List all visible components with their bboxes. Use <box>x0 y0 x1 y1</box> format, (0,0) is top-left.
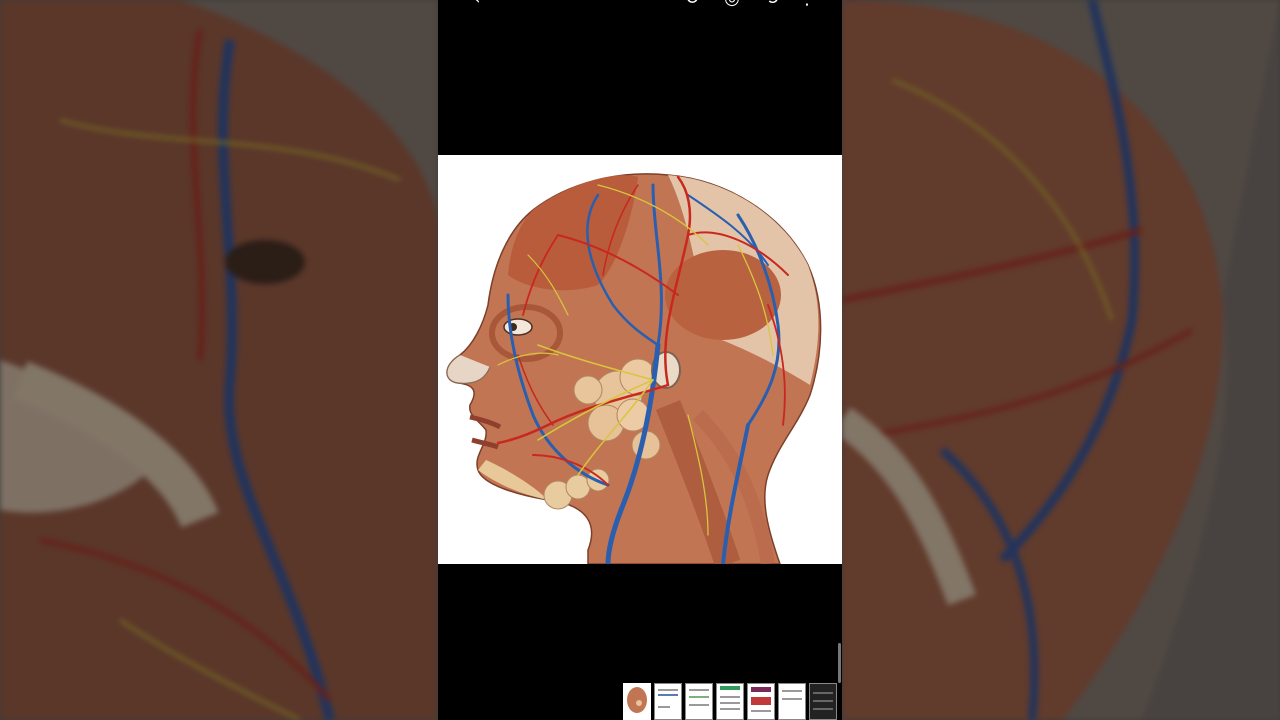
blurred-background-left <box>0 0 438 720</box>
thumbnail-strip <box>623 683 837 720</box>
thumbnail-6[interactable] <box>778 683 806 720</box>
thumbnail-4[interactable] <box>716 683 744 720</box>
scrollbar[interactable] <box>838 643 841 683</box>
anatomy-head-illustration <box>438 155 842 564</box>
thumbnail-5[interactable] <box>747 683 775 720</box>
phone-screen: ‹ ↻ ◎ ⟲ ⋮ <box>438 0 842 720</box>
blurred-background-right <box>842 0 1280 720</box>
more-vertical-icon[interactable]: ⋮ <box>796 0 818 10</box>
lens-icon[interactable]: ◎ <box>721 0 743 10</box>
back-arrow-icon[interactable]: ‹ <box>466 0 488 10</box>
thumbnail-2[interactable] <box>654 683 682 720</box>
screen: ‹ ↻ ◎ ⟲ ⋮ <box>0 0 1280 720</box>
thumbnail-3[interactable] <box>685 683 713 720</box>
share-icon[interactable]: ⟲ <box>760 0 782 10</box>
thumbnail-1[interactable] <box>623 683 651 720</box>
rotate-icon[interactable]: ↻ <box>681 0 703 10</box>
thumbnail-7[interactable] <box>809 683 837 720</box>
image-viewer[interactable] <box>438 155 842 564</box>
viewer-toolbar: ‹ ↻ ◎ ⟲ ⋮ <box>438 0 842 12</box>
